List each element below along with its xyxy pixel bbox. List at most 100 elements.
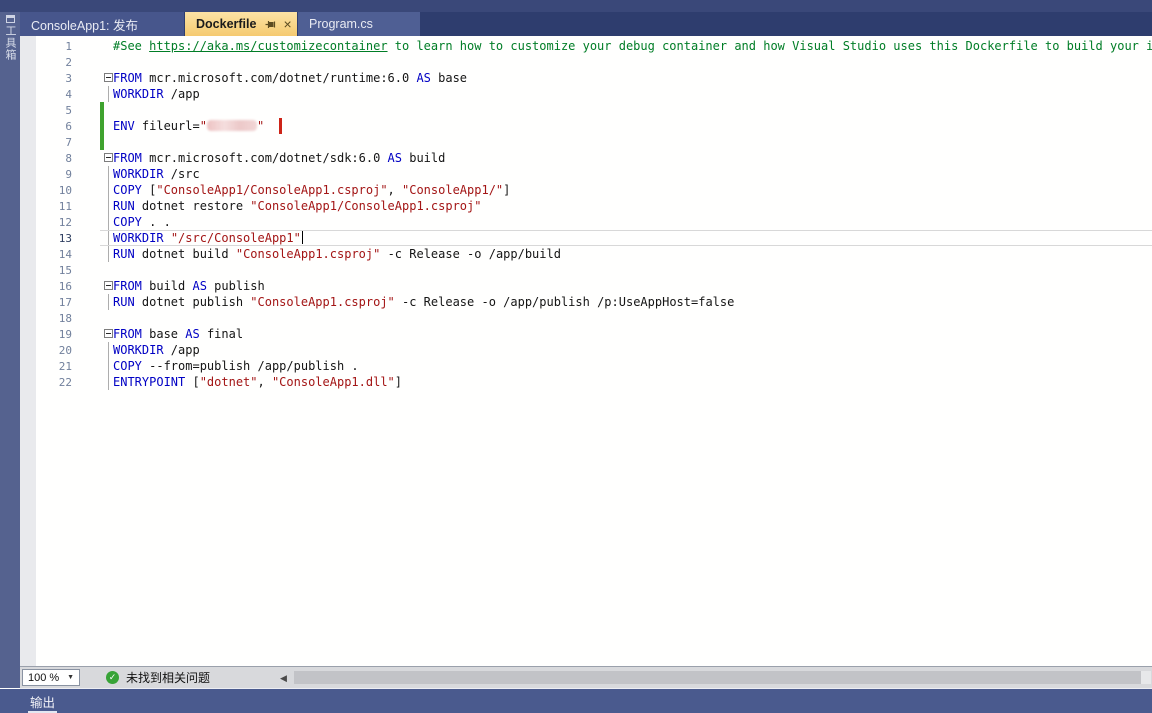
gutter-cell — [20, 38, 36, 54]
code-lines[interactable]: 1#See https://aka.ms/customizecontainer … — [20, 38, 1152, 390]
line-number: 17 — [36, 294, 72, 310]
red-annotation-box: ENV fileurl="" — [113, 118, 264, 134]
gutter-cell — [20, 134, 36, 150]
code-text[interactable]: FROM base AS final — [113, 326, 1152, 342]
code-text[interactable]: FROM build AS publish — [113, 278, 1152, 294]
code-text[interactable]: COPY --from=publish /app/publish . — [113, 358, 1152, 374]
code-token: -c Release -o /app/publish /p:UseAppHost… — [395, 295, 735, 309]
pin-icon[interactable] — [265, 19, 276, 30]
code-line-17[interactable]: 17 RUN dotnet publish "ConsoleApp1.csproj… — [20, 294, 1152, 310]
document-health-indicator[interactable]: ✓ 未找到相关问题 — [106, 669, 210, 686]
code-token: WORKDIR — [113, 231, 164, 245]
code-line-16[interactable]: 16FROM build AS publish — [20, 278, 1152, 294]
close-icon[interactable]: × — [283, 17, 291, 31]
gutter-cell — [20, 358, 36, 374]
code-token: dotnet build — [135, 247, 236, 261]
code-line-19[interactable]: 19FROM base AS final — [20, 326, 1152, 342]
visual-studio-window: { "app": "Visual Studio (Chinese UI)", "… — [0, 0, 1152, 713]
margin-gap — [72, 246, 100, 262]
fold-column — [104, 182, 113, 198]
comment-link[interactable]: https://aka.ms/customizecontainer — [149, 39, 387, 53]
fold-collapse-icon[interactable] — [104, 73, 113, 82]
tab-label: Program.cs — [309, 17, 373, 31]
margin-gap — [72, 70, 100, 86]
zoom-level-dropdown[interactable]: 100 % ▼ — [22, 669, 80, 686]
code-text[interactable] — [113, 54, 1152, 70]
tab-dockerfile[interactable]: Dockerfile × — [185, 12, 297, 36]
code-text[interactable] — [113, 262, 1152, 278]
code-line-8[interactable]: 8FROM mcr.microsoft.com/dotnet/sdk:6.0 A… — [20, 150, 1152, 166]
code-text[interactable] — [113, 310, 1152, 326]
code-line-6[interactable]: 6ENV fileurl="" — [20, 118, 1152, 134]
scroll-left-icon[interactable]: ◀ — [280, 673, 287, 684]
code-text[interactable]: ENTRYPOINT ["dotnet", "ConsoleApp1.dll"] — [113, 374, 1152, 390]
code-token: RUN — [113, 199, 135, 213]
fold-collapse-icon[interactable] — [104, 153, 113, 162]
line-number: 3 — [36, 70, 72, 86]
code-line-11[interactable]: 11 RUN dotnet restore "ConsoleApp1/Consol… — [20, 198, 1152, 214]
fold-column — [104, 230, 113, 246]
code-line-18[interactable]: 18 — [20, 310, 1152, 326]
code-text[interactable]: RUN dotnet build "ConsoleApp1.csproj" -c… — [113, 246, 1152, 262]
code-token: RUN — [113, 295, 135, 309]
code-text[interactable] — [113, 102, 1152, 118]
code-editor[interactable]: 1#See https://aka.ms/customizecontainer … — [20, 36, 1152, 666]
code-line-20[interactable]: 20WORKDIR /app — [20, 342, 1152, 358]
code-text[interactable]: RUN dotnet restore "ConsoleApp1/ConsoleA… — [113, 198, 1152, 214]
gutter-cell — [20, 230, 36, 246]
tab-program-cs[interactable]: Program.cs — [298, 12, 420, 36]
gutter-cell — [20, 150, 36, 166]
code-line-2[interactable]: 2 — [20, 54, 1152, 70]
code-token: /app — [164, 87, 200, 101]
code-text[interactable]: WORKDIR /app — [113, 342, 1152, 358]
code-line-21[interactable]: 21COPY --from=publish /app/publish . — [20, 358, 1152, 374]
code-token: ENV — [113, 119, 135, 133]
fold-column — [104, 166, 113, 182]
horizontal-scrollbar[interactable] — [294, 671, 1151, 684]
code-text[interactable] — [113, 134, 1152, 150]
gutter-cell — [20, 278, 36, 294]
code-text[interactable]: COPY ["ConsoleApp1/ConsoleApp1.csproj", … — [113, 182, 1152, 198]
line-number: 4 — [36, 86, 72, 102]
line-number: 11 — [36, 198, 72, 214]
fold-guide-line — [108, 294, 109, 310]
code-token: RUN — [113, 247, 135, 261]
chevron-down-icon: ▼ — [67, 674, 74, 681]
code-line-12[interactable]: 12COPY . . — [20, 214, 1152, 230]
code-line-14[interactable]: 14RUN dotnet build "ConsoleApp1.csproj" … — [20, 246, 1152, 262]
toolbox-sidebar[interactable]: 工具箱 — [0, 12, 20, 688]
fold-collapse-icon[interactable] — [104, 281, 113, 290]
code-line-7[interactable]: 7 — [20, 134, 1152, 150]
code-token: COPY — [113, 215, 142, 229]
code-token: base — [142, 327, 185, 341]
code-line-22[interactable]: 22ENTRYPOINT ["dotnet", "ConsoleApp1.dll… — [20, 374, 1152, 390]
toolbox-tab[interactable]: 工具箱 — [0, 12, 20, 61]
code-line-10[interactable]: 10COPY ["ConsoleApp1/ConsoleApp1.csproj"… — [20, 182, 1152, 198]
fold-guide-line — [108, 198, 109, 214]
code-text[interactable]: RUN dotnet publish "ConsoleApp1.csproj" … — [113, 294, 1152, 310]
code-line-3[interactable]: 3 FROM mcr.microsoft.com/dotnet/runtime:6… — [20, 70, 1152, 86]
code-text[interactable]: FROM mcr.microsoft.com/dotnet/sdk:6.0 AS… — [113, 150, 1152, 166]
code-token: build — [142, 279, 193, 293]
gutter-cell — [20, 374, 36, 390]
code-text[interactable]: FROM mcr.microsoft.com/dotnet/runtime:6.… — [113, 70, 1152, 86]
code-text[interactable]: WORKDIR /app — [113, 86, 1152, 102]
code-text[interactable]: WORKDIR "/src/ConsoleApp1" — [113, 230, 1152, 246]
tab-output[interactable]: 输出 — [28, 691, 57, 713]
code-text[interactable]: COPY . . — [113, 214, 1152, 230]
code-line-1[interactable]: 1#See https://aka.ms/customizecontainer … — [20, 38, 1152, 54]
code-text[interactable]: #See https://aka.ms/customizecontainer t… — [113, 38, 1152, 54]
code-line-4[interactable]: 4 WORKDIR /app — [20, 86, 1152, 102]
fold-collapse-icon[interactable] — [104, 329, 113, 338]
tab-consoleapp1-publish[interactable]: ConsoleApp1: 发布 — [20, 12, 184, 36]
code-line-9[interactable]: 9WORKDIR /src — [20, 166, 1152, 182]
code-line-13[interactable]: 13WORKDIR "/src/ConsoleApp1" — [20, 230, 1152, 246]
code-token: ] — [395, 375, 402, 389]
line-number: 15 — [36, 262, 72, 278]
code-line-15[interactable]: 15 — [20, 262, 1152, 278]
code-text[interactable]: ENV fileurl="" — [113, 118, 1152, 134]
code-text[interactable]: WORKDIR /src — [113, 166, 1152, 182]
horizontal-scrollbar-thumb[interactable] — [294, 671, 1141, 684]
title-bar — [0, 0, 1152, 12]
code-line-5[interactable]: 5 — [20, 102, 1152, 118]
